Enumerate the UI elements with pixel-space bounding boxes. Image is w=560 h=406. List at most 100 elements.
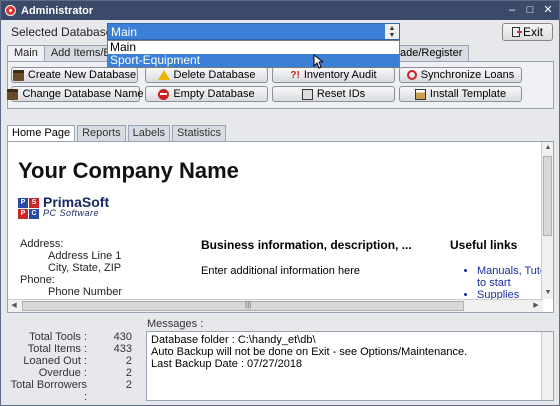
phone-value: Phone Number: [48, 286, 122, 298]
statistics-panel: Total Tools : 430 Total Items : 433 Loan…: [7, 331, 141, 403]
database-icon: [7, 88, 19, 100]
business-info-text: Enter additional information here: [201, 265, 360, 277]
window-title: Administrator: [21, 4, 94, 17]
business-info-heading: Business information, description, ...: [201, 238, 412, 252]
messages-box[interactable]: Database folder : C:\handy_et\db\ Auto B…: [146, 331, 554, 401]
database-label: Selected Database :: [11, 25, 120, 39]
window-controls: – □ ✕: [505, 4, 555, 17]
install-template-label: Install Template: [429, 88, 507, 100]
logo-letter: C: [29, 208, 39, 219]
app-icon: [5, 5, 16, 16]
stat-label: Total Items :: [27, 343, 87, 355]
stat-value: 433: [113, 343, 132, 355]
database-dropdown-list: Main Sport-Equipment: [107, 40, 400, 68]
useful-links-heading: Useful links: [450, 238, 518, 252]
company-name: Your Company Name: [18, 158, 239, 183]
address-line-1: Address Line 1: [48, 250, 122, 262]
useful-links-list: Manuals, Tuto to start Supplies: [463, 265, 546, 301]
vertical-scroll-thumb[interactable]: [543, 156, 552, 236]
reset-ids-button[interactable]: Reset IDs: [272, 86, 395, 102]
logo-letter: P: [18, 208, 28, 219]
delete-database-label: Delete Database: [173, 69, 256, 81]
stat-value: 430: [113, 331, 132, 343]
inventory-audit-label: Inventory Audit: [303, 69, 377, 81]
exit-door-icon: [511, 27, 522, 37]
change-database-name-label: Change Database Name: [22, 88, 144, 100]
messages-label: Messages :: [147, 318, 204, 330]
delete-database-button[interactable]: Delete Database: [145, 67, 268, 83]
database-toolbar: Create New Database Change Database Name…: [7, 61, 554, 109]
primasoft-logo: P S P C PrimaSoft PC Software: [18, 194, 110, 219]
message-line: Auto Backup will not be done on Exit - s…: [151, 346, 468, 358]
address-line-2: City, State, ZIP: [48, 262, 122, 274]
scroll-up-icon[interactable]: ▲: [542, 142, 553, 154]
empty-database-button[interactable]: Empty Database: [145, 86, 268, 102]
address-block: Address: Address Line 1 City, State, ZIP…: [20, 238, 122, 298]
logo-letter: S: [29, 197, 39, 208]
logo-letter: P: [18, 197, 28, 208]
stat-row: Total Borrowers : 2: [7, 379, 141, 403]
stat-value: 2: [125, 379, 132, 391]
stat-label: Total Borrowers :: [10, 379, 87, 403]
messages-scrollbar[interactable]: [541, 332, 553, 400]
administrator-window: Administrator – □ ✕ Selected Database : …: [0, 0, 560, 406]
create-database-button[interactable]: Create New Database: [11, 67, 138, 83]
link-manuals-cont[interactable]: to start: [477, 277, 546, 289]
phone-label: Phone:: [20, 274, 55, 286]
exit-button[interactable]: Exit: [502, 23, 553, 41]
vertical-scrollbar[interactable]: ▲ ▼: [541, 142, 553, 299]
scroll-left-icon[interactable]: ◀: [8, 300, 20, 312]
tab-statistics[interactable]: Statistics: [172, 125, 227, 141]
database-option-sport-equipment[interactable]: Sport-Equipment: [108, 54, 399, 67]
stat-value: 2: [125, 355, 132, 367]
exit-button-label: Exit: [522, 25, 543, 39]
scroll-grip-icon: |||: [245, 300, 252, 309]
message-line: Database folder : C:\handy_et\db\: [151, 334, 316, 346]
message-line: Last Backup Date : 07/27/2018: [151, 358, 303, 370]
tab-reports[interactable]: Reports: [77, 125, 126, 141]
close-button[interactable]: ✕: [541, 4, 555, 17]
stat-row: Overdue : 2: [7, 367, 141, 379]
chevron-down-icon[interactable]: ▲ ▼: [385, 24, 399, 39]
title-bar[interactable]: Administrator – □ ✕: [1, 1, 559, 20]
mouse-cursor-icon: [313, 54, 323, 69]
inventory-audit-button[interactable]: ?! Inventory Audit: [272, 67, 395, 83]
id-card-icon: [301, 88, 313, 100]
stat-row: Loaned Out : 2: [7, 355, 141, 367]
scroll-down-icon[interactable]: ▼: [542, 287, 553, 299]
audit-icon: ?!: [290, 69, 300, 81]
tab-main[interactable]: Main: [7, 45, 45, 61]
address-label: Address:: [20, 238, 64, 250]
scroll-right-icon[interactable]: ▶: [530, 300, 542, 312]
change-database-name-button[interactable]: Change Database Name: [7, 86, 144, 102]
stat-value: 2: [125, 367, 132, 379]
stop-icon: [158, 88, 170, 100]
maximize-button[interactable]: □: [523, 4, 537, 17]
minimize-button[interactable]: –: [505, 4, 519, 17]
template-icon: [414, 88, 426, 100]
synchronize-loans-label: Synchronize Loans: [420, 69, 515, 81]
stat-row: Total Items : 433: [7, 343, 141, 355]
install-template-button[interactable]: Install Template: [399, 86, 522, 102]
main-tab-strip: Main Add Items/B: [7, 45, 118, 61]
database-select[interactable]: Main ▲ ▼: [107, 23, 400, 40]
sync-icon: [406, 70, 417, 80]
warning-icon: [157, 70, 170, 80]
tab-labels[interactable]: Labels: [127, 125, 171, 141]
logo-name: PrimaSoft: [43, 194, 110, 210]
home-page-viewer[interactable]: Your Company Name P S P C PrimaSoft PC S…: [7, 141, 554, 313]
horizontal-scrollbar[interactable]: ◀ ||| ▶: [8, 299, 543, 312]
horizontal-scroll-thumb[interactable]: [22, 301, 464, 311]
link-manuals[interactable]: Manuals, Tuto: [477, 265, 546, 277]
stat-label: Loaned Out :: [23, 355, 87, 367]
tab-home-page[interactable]: Home Page: [7, 125, 76, 141]
synchronize-loans-button[interactable]: Synchronize Loans: [399, 67, 522, 83]
logo-wordmark: PrimaSoft PC Software: [43, 194, 110, 219]
stat-label: Overdue :: [38, 367, 87, 379]
tab-trade-register[interactable]: ade/Register: [393, 45, 470, 61]
logo-mark: P S P C: [18, 197, 39, 219]
database-icon: [12, 69, 24, 81]
stat-row: Total Tools : 430: [7, 331, 141, 343]
database-selected-value: Main: [111, 24, 138, 39]
home-tab-strip: Home Page Reports Labels Statistics: [7, 125, 228, 141]
